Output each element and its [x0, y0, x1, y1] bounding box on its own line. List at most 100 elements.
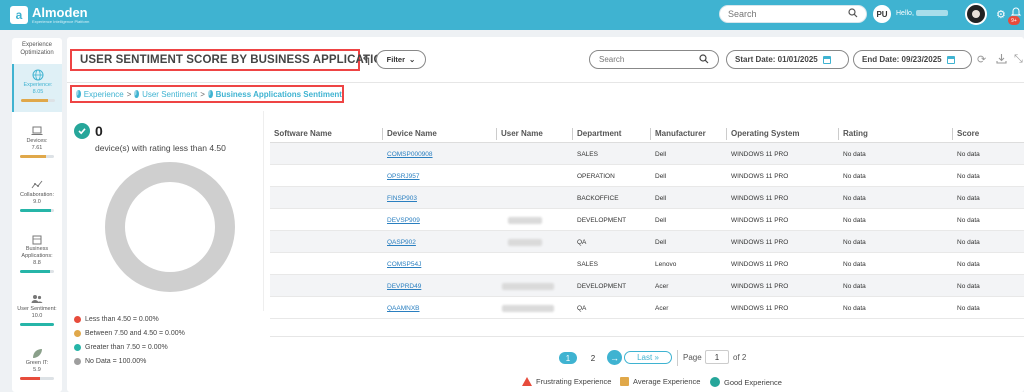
good-check-icon	[710, 377, 720, 387]
department-cell: BACKOFFICE	[577, 195, 619, 202]
device-name-link[interactable]: COMSP000908	[387, 151, 433, 158]
score-cell: No data	[957, 239, 980, 246]
global-search-box[interactable]	[719, 5, 867, 23]
start-date-picker[interactable]: Start Date: 01/01/2025	[726, 50, 849, 69]
column-header[interactable]: User Name	[496, 128, 543, 140]
collapse-icon[interactable]: ⤡	[1014, 53, 1023, 66]
legend-dot	[74, 316, 81, 323]
next-page-arrow-icon[interactable]: →	[607, 350, 622, 365]
breadcrumb: Experience > User Sentiment > Business A…	[70, 85, 344, 103]
page-label: Page	[683, 353, 702, 362]
score-bar	[20, 270, 54, 273]
score-cell: No data	[957, 261, 980, 268]
search-icon[interactable]	[848, 8, 858, 20]
score-bar	[21, 99, 55, 102]
table-row[interactable]: DEVPRD49 DEVELOPMENT Acer WINDOWS 11 PRO No …	[270, 275, 1024, 297]
table-row[interactable]: COMSP54J SALES Lenovo WINDOWS 11 PRO No data…	[270, 253, 1024, 275]
device-name-link[interactable]: FINSP903	[387, 195, 417, 202]
rating-cell: No data	[843, 283, 866, 290]
column-header[interactable]: Manufacturer	[650, 128, 706, 140]
page-button-current[interactable]: 1	[559, 352, 577, 364]
sidebar-item-label: Green IT:	[25, 360, 49, 366]
score-cell: No data	[957, 195, 980, 202]
global-search-input[interactable]	[728, 9, 848, 19]
download-icon[interactable]	[996, 53, 1007, 67]
page-title-box: USER SENTIMENT SCORE BY BUSINESS APPLICA…	[70, 49, 399, 71]
score-bar-fill	[20, 270, 50, 273]
end-date-picker[interactable]: End Date: 09/23/2025	[853, 50, 972, 69]
table-row[interactable]: QASP902 QA Dell WINDOWS 11 PRO No data No dat…	[270, 231, 1024, 253]
page-number-input[interactable]	[705, 350, 729, 364]
column-header[interactable]: Score	[952, 128, 979, 140]
department-cell: DEVELOPMENT	[577, 217, 627, 224]
score-cell: No data	[957, 283, 980, 290]
column-header[interactable]: Rating	[838, 128, 868, 140]
table-row[interactable]: OPSRJ957 OPERATION Dell WINDOWS 11 PRO No da…	[270, 165, 1024, 187]
breadcrumb-business-applications-sentiment: Business Applications Sentiment	[215, 89, 342, 99]
sidebar-item-user-sentiment[interactable]: User Sentiment: 10.0	[12, 292, 62, 334]
os-cell: WINDOWS 11 PRO	[731, 195, 789, 202]
table-body: COMSP000908 SALES Dell WINDOWS 11 PRO No dat…	[270, 143, 1024, 319]
logo-tagline: Experience Intelligence Platform	[32, 18, 90, 24]
column-header[interactable]: Device Name	[382, 128, 437, 140]
user-avatar[interactable]	[965, 3, 987, 25]
breadcrumb-experience[interactable]: Experience	[84, 90, 124, 99]
sidebar-item-label: Experience:	[23, 82, 53, 88]
sidebar-item-business-applications[interactable]: Business Applications: 8.8	[12, 232, 62, 282]
search-icon[interactable]	[699, 53, 709, 66]
device-name-link[interactable]: COMSP54J	[387, 261, 421, 268]
manufacturer-cell: Dell	[655, 173, 667, 180]
legend-item: Less than 4.50 = 0.00%	[74, 316, 159, 323]
table-search-input[interactable]: Search	[599, 55, 624, 64]
manufacturer-cell: Acer	[655, 305, 669, 312]
manufacturer-cell: Acer	[655, 283, 669, 290]
department-cell: SALES	[577, 151, 598, 158]
table-search-box[interactable]: Search	[589, 50, 719, 69]
legend-value: = 100.00%	[112, 358, 147, 365]
legend-item: Greater than 7.50 = 0.00%	[74, 344, 168, 351]
table-row[interactable]: COMSP000908 SALES Dell WINDOWS 11 PRO No dat…	[270, 143, 1024, 165]
page-total-label: of 2	[733, 353, 747, 362]
department-cell: QA	[577, 305, 587, 312]
column-header[interactable]: Department	[572, 128, 621, 140]
table-row[interactable]: DEVSP909 DEVELOPMENT Dell WINDOWS 11 PRO No …	[270, 209, 1024, 231]
refresh-icon[interactable]: ⟳	[977, 53, 986, 66]
department-cell: OPERATION	[577, 173, 615, 180]
chevron-down-icon: ⌄	[409, 55, 416, 64]
filter-button[interactable]: Filter ⌄	[376, 50, 426, 69]
device-name-link[interactable]: DEVPRD49	[387, 283, 421, 290]
os-cell: WINDOWS 11 PRO	[731, 217, 789, 224]
sidebar-item-experience[interactable]: Experience: 8.05	[12, 64, 62, 112]
legend-dot	[74, 358, 81, 365]
column-header[interactable]: Software Name	[270, 128, 332, 140]
sidebar-item-green-it[interactable]: Green IT: 5.9	[12, 346, 62, 388]
sidebar-item-score: 10.0	[31, 313, 43, 319]
device-name-link[interactable]: QAAMNXB	[387, 305, 420, 312]
device-name-link[interactable]: QASP902	[387, 239, 416, 246]
legend-value: = 0.00%	[141, 344, 168, 351]
app-logo[interactable]: a Almoden Experience Intelligence Platfo…	[10, 6, 89, 24]
page-button-2[interactable]: 2	[587, 352, 599, 364]
back-arrow-icon[interactable]: ↰	[361, 53, 372, 69]
table-row[interactable]: FINSP903 BACKOFFICE Dell WINDOWS 11 PRO No d…	[270, 187, 1024, 209]
table-row[interactable]: QAAMNXB QA Acer WINDOWS 11 PRO No data No dat…	[270, 297, 1024, 319]
frustrating-legend: Frustrating Experience	[522, 377, 611, 386]
globe-icon	[14, 68, 62, 82]
device-name-link[interactable]: OPSRJ957	[387, 173, 420, 180]
user-initials-badge[interactable]: PU	[873, 5, 891, 23]
average-bars-icon	[620, 377, 629, 386]
sidebar-item-label: Business Applications:	[21, 246, 53, 259]
department-cell: SALES	[577, 261, 598, 268]
os-cell: WINDOWS 11 PRO	[731, 239, 789, 246]
last-page-button[interactable]: Last »	[624, 351, 672, 364]
department-cell: QA	[577, 239, 587, 246]
legend-label: Between 7.50 and 4.50	[85, 330, 158, 337]
rating-cell: No data	[843, 195, 866, 202]
sidebar-item-devices[interactable]: Devices: 7.61	[12, 124, 62, 166]
device-name-link[interactable]: DEVSP909	[387, 217, 420, 224]
manufacturer-cell: Lenovo	[655, 261, 677, 268]
breadcrumb-user-sentiment[interactable]: User Sentiment	[142, 90, 197, 99]
column-header[interactable]: Operating System	[726, 128, 799, 140]
gear-icon[interactable]: ⚙	[996, 8, 1006, 21]
sidebar-item-collaboration[interactable]: Collaboration: 9.0	[12, 178, 62, 220]
